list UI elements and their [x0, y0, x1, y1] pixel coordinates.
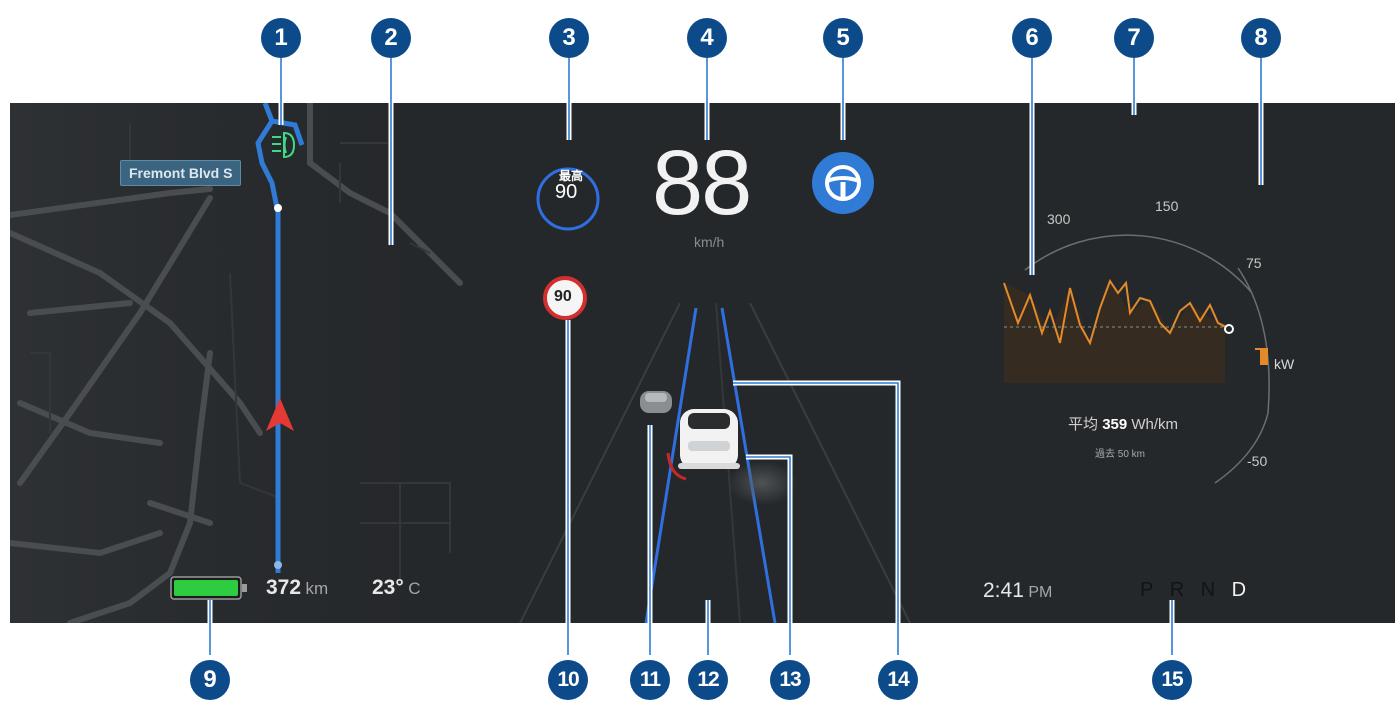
- battery-icon: [170, 576, 247, 600]
- callout-8: 8: [1241, 18, 1281, 58]
- temperature-value: 23°: [372, 576, 404, 599]
- energy-unit-kw: kW: [1274, 356, 1295, 372]
- average-value: 359: [1102, 416, 1128, 433]
- street-name-label: Fremont Blvd S: [120, 160, 242, 186]
- energy-scale-75: 75: [1246, 255, 1262, 271]
- speed-limit-value: 90: [554, 288, 572, 305]
- instrument-panel: Fremont Blvd S 最高 90 88 km/h 90 300 150 …: [10, 103, 1395, 623]
- steering-wheel-icon[interactable]: [811, 151, 875, 215]
- callout-14: 14: [878, 660, 918, 700]
- road-edge-left: [519, 302, 681, 623]
- outside-temperature: 23° C: [372, 576, 421, 600]
- gear-r: R: [1169, 579, 1185, 601]
- average-label: 平均: [1068, 416, 1099, 433]
- average-distance-note: 過去 50 km: [1095, 449, 1146, 460]
- clock: 2:41 PM: [983, 579, 1052, 603]
- energy-scale-300: 300: [1047, 211, 1071, 227]
- nearby-vehicle: [640, 391, 672, 413]
- callout-5: 5: [823, 18, 863, 58]
- callout-3: 3: [549, 18, 589, 58]
- callout-12: 12: [688, 660, 728, 700]
- energy-graph[interactable]: [1000, 183, 1320, 503]
- energy-current-marker: [1224, 324, 1234, 334]
- callout-15: 15: [1152, 660, 1192, 700]
- map-canvas: [10, 103, 480, 623]
- callout-9: 9: [190, 660, 230, 700]
- max-speed-value: 90: [555, 181, 578, 203]
- callout-11: 11: [630, 660, 670, 700]
- average-consumption: 平均 359 Wh/km: [1068, 413, 1178, 434]
- callout-1: 1: [261, 18, 301, 58]
- range-unit: km: [305, 579, 329, 598]
- map-view[interactable]: Fremont Blvd S: [10, 103, 480, 623]
- energy-scale-minus50: -50: [1247, 453, 1268, 469]
- gear-selector: P R N D: [1140, 579, 1258, 602]
- route-waypoint: [274, 204, 282, 212]
- callout-4: 4: [687, 18, 727, 58]
- time-ampm: PM: [1028, 584, 1053, 601]
- temperature-unit: C: [408, 579, 421, 598]
- ego-vehicle: [678, 409, 740, 469]
- speed-unit: km/h: [694, 234, 725, 250]
- callout-6: 6: [1012, 18, 1052, 58]
- battery-level-fill: [174, 580, 238, 596]
- time-value: 2:41: [983, 579, 1024, 602]
- gear-d: D: [1231, 579, 1247, 601]
- callout-10: 10: [548, 660, 588, 700]
- average-unit: Wh/km: [1131, 416, 1179, 433]
- current-speed: 88: [652, 132, 752, 234]
- callout-2: 2: [371, 18, 411, 58]
- callout-13: 13: [770, 660, 810, 700]
- range-value: 372: [266, 576, 302, 599]
- gear-p: P: [1140, 579, 1154, 601]
- gear-n: N: [1200, 579, 1216, 601]
- power-indicator: [1260, 349, 1268, 365]
- range-display: 372 km: [266, 576, 328, 600]
- callout-7: 7: [1114, 18, 1154, 58]
- energy-scale-150: 150: [1155, 198, 1179, 214]
- energy-scale-arc: [1024, 234, 1253, 294]
